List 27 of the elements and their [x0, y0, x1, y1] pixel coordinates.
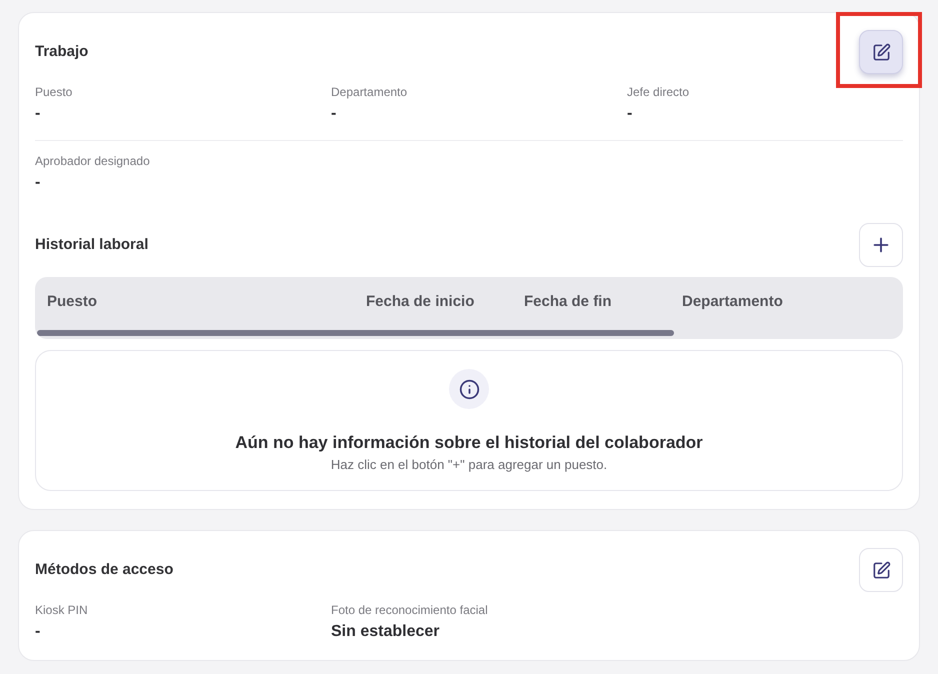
field-value: - — [627, 104, 634, 124]
field-label: Jefe directo — [627, 84, 690, 100]
field-value: - — [35, 622, 42, 642]
field-value: Sin establecer — [331, 622, 440, 642]
edit-button[interactable] — [859, 548, 903, 592]
section-title: Historial laboral — [35, 234, 148, 255]
pencil-icon — [872, 560, 890, 580]
field-value: - — [35, 173, 42, 193]
field-label: Foto de reconocimiento facial — [331, 602, 489, 618]
edit-button[interactable] — [859, 30, 903, 74]
empty-state-title: Aún no hay información sobre el historial del colaborador — [235, 432, 703, 454]
empty-state-message: Haz clic en el botón "+" para agregar un puesto. — [330, 456, 608, 474]
add-button[interactable] — [859, 223, 903, 267]
field-label: Aprobador designado — [35, 153, 151, 169]
section-title: Trabajo — [35, 42, 88, 62]
column-header: Fecha de fin — [524, 293, 612, 310]
column-header: Fecha de inicio — [366, 293, 474, 310]
info-icon — [449, 369, 489, 409]
pencil-icon — [872, 42, 890, 62]
section-title: Métodos de acceso — [35, 560, 174, 580]
field-label: Kiosk PIN — [35, 602, 89, 618]
field-value: - — [35, 104, 42, 124]
field-value: - — [331, 104, 338, 124]
field-label: Puesto — [35, 84, 74, 100]
column-header: Departamento — [682, 293, 783, 310]
field-label: Departamento — [331, 84, 408, 100]
column-header: Puesto — [47, 293, 98, 310]
